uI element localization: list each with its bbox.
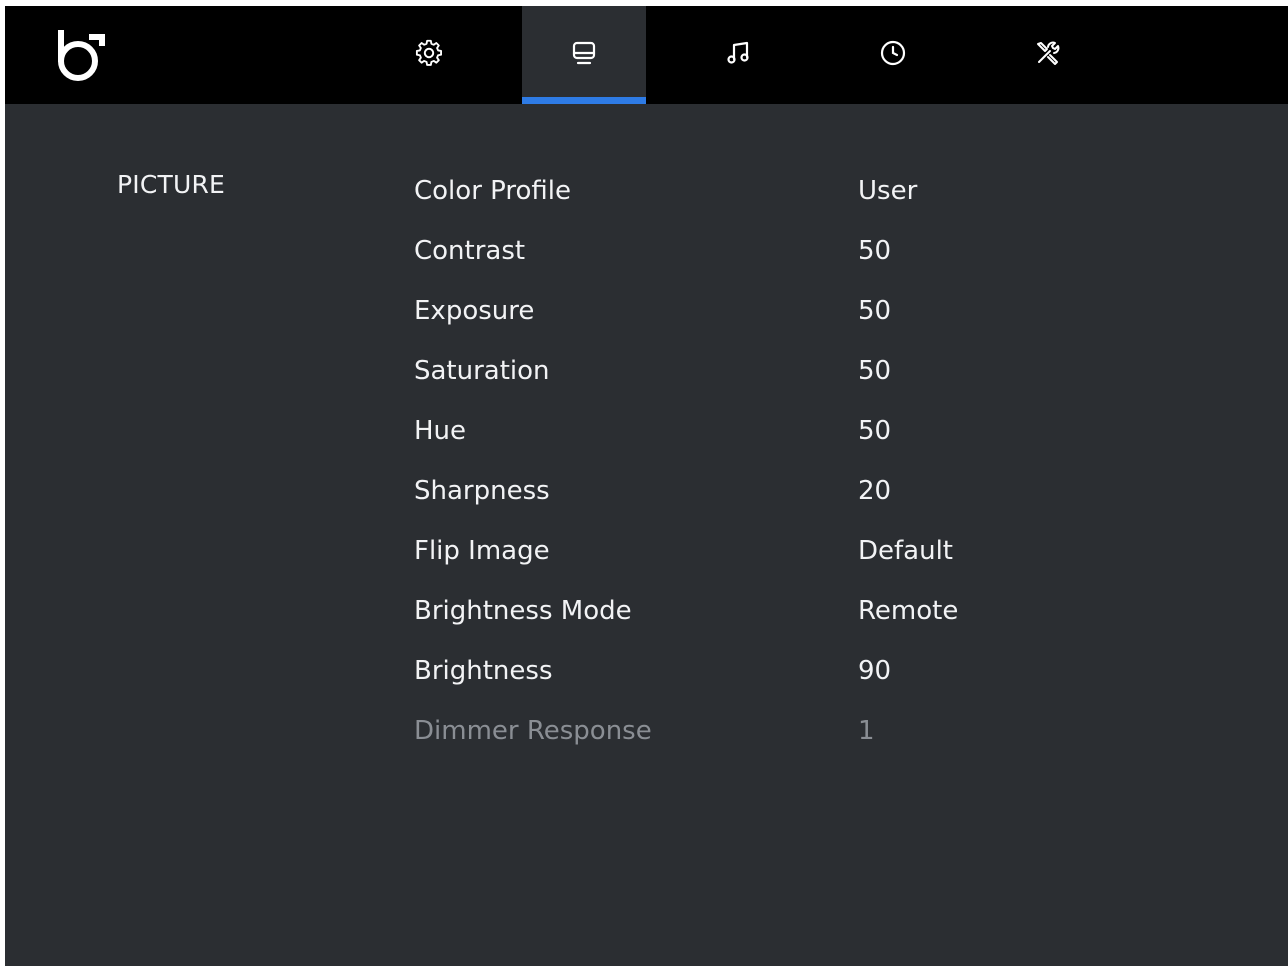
setting-row-sharpness[interactable]: Sharpness 20 [414,461,1114,521]
settings-list: Color Profile User Contrast 50 Exposure … [414,161,1114,761]
setting-row-brightness-mode[interactable]: Brightness Mode Remote [414,581,1114,641]
setting-label: Dimmer Response [414,716,652,746]
setting-label: Color Profile [414,176,571,206]
settings-screen: PICTURE Color Profile User Contrast 50 E… [5,6,1288,966]
setting-value: 50 [858,356,892,386]
setting-label: Sharpness [414,476,550,506]
top-nav-bar [5,6,1288,104]
music-note-icon [724,38,754,72]
setting-value: 1 [858,716,875,746]
setting-row-contrast[interactable]: Contrast 50 [414,221,1114,281]
setting-value: Default [858,536,953,566]
setting-label: Exposure [414,296,535,326]
setting-value: 50 [858,296,892,326]
setting-row-dimmer-response: Dimmer Response 1 [414,701,1114,761]
tab-tools[interactable] [986,6,1110,104]
tab-display[interactable] [522,6,646,104]
setting-value: Remote [858,596,959,626]
setting-value: 20 [858,476,892,506]
tab-settings[interactable] [367,6,491,104]
setting-label: Flip Image [414,536,550,566]
section-title: PICTURE [117,170,226,199]
tab-schedule[interactable] [831,6,955,104]
clock-icon [878,38,908,72]
setting-value: User [858,176,918,206]
setting-value: 50 [858,416,892,446]
setting-label: Brightness [414,656,553,686]
tools-icon [1033,38,1063,72]
setting-label: Brightness Mode [414,596,632,626]
setting-row-flip-image[interactable]: Flip Image Default [414,521,1114,581]
setting-label: Saturation [414,356,550,386]
setting-row-brightness[interactable]: Brightness 90 [414,641,1114,701]
setting-value: 50 [858,236,892,266]
tab-audio[interactable] [677,6,801,104]
setting-label: Contrast [414,236,526,266]
brand-logo-icon [53,28,109,84]
setting-value: 90 [858,656,892,686]
setting-row-color-profile[interactable]: Color Profile User [414,161,1114,221]
gear-icon [414,38,444,72]
setting-label: Hue [414,416,467,446]
monitor-icon [569,38,599,72]
setting-row-saturation[interactable]: Saturation 50 [414,341,1114,401]
setting-row-hue[interactable]: Hue 50 [414,401,1114,461]
setting-row-exposure[interactable]: Exposure 50 [414,281,1114,341]
